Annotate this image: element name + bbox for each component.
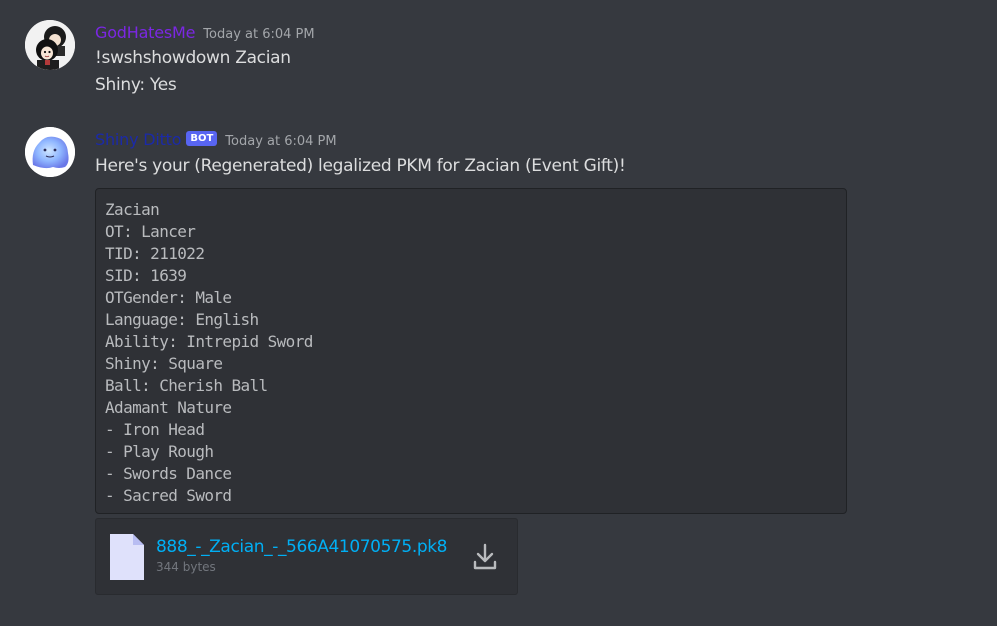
message-text-line: !swshshowdown Zacian	[95, 48, 291, 68]
code-block: Zacian OT: Lancer TID: 211022 SID: 1639 …	[95, 188, 847, 514]
file-size: 344 bytes	[156, 560, 216, 574]
user-avatar[interactable]	[25, 20, 75, 70]
username[interactable]: Shiny Ditto	[95, 130, 182, 150]
code-line: - Iron Head	[105, 420, 205, 439]
code-line: SID: 1639	[105, 266, 187, 285]
timestamp: Today at 6:04 PM	[225, 133, 337, 149]
shiny-ditto-avatar-icon	[25, 127, 75, 177]
code-line: OTGender: Male	[105, 288, 232, 307]
username[interactable]: GodHatesMe	[95, 23, 195, 43]
code-line: - Sacred Sword	[105, 486, 232, 505]
download-icon[interactable]	[472, 543, 498, 571]
message-header: Shiny Ditto BOT Today at 6:04 PM	[95, 128, 337, 152]
message-text-line: Shiny: Yes	[95, 75, 177, 95]
anime-character-avatar-icon	[25, 20, 75, 70]
timestamp: Today at 6:04 PM	[203, 26, 315, 42]
code-line: Language: English	[105, 310, 259, 329]
code-line: TID: 211022	[105, 244, 205, 263]
file-attachment: 888_-_Zacian_-_566A41070575.pk8 344 byte…	[95, 518, 518, 595]
code-line: - Play Rough	[105, 442, 214, 461]
code-line: Ability: Intrepid Sword	[105, 332, 313, 351]
code-line: Shiny: Square	[105, 354, 223, 373]
message-header: GodHatesMe Today at 6:04 PM	[95, 21, 315, 45]
message-text: Here's your (Regenerated) legalized PKM …	[95, 156, 626, 176]
code-line: Zacian	[105, 200, 160, 219]
code-line: Ball: Cherish Ball	[105, 376, 268, 395]
bot-avatar[interactable]	[25, 127, 75, 177]
file-name-link[interactable]: 888_-_Zacian_-_566A41070575.pk8	[156, 537, 448, 557]
bot-tag: BOT	[186, 130, 218, 146]
code-line: Adamant Nature	[105, 398, 232, 417]
code-line: OT: Lancer	[105, 222, 196, 241]
file-icon	[110, 534, 144, 580]
chat-messages: GodHatesMe Today at 6:04 PM !swshshowdow…	[0, 0, 997, 626]
code-line: - Swords Dance	[105, 464, 232, 483]
